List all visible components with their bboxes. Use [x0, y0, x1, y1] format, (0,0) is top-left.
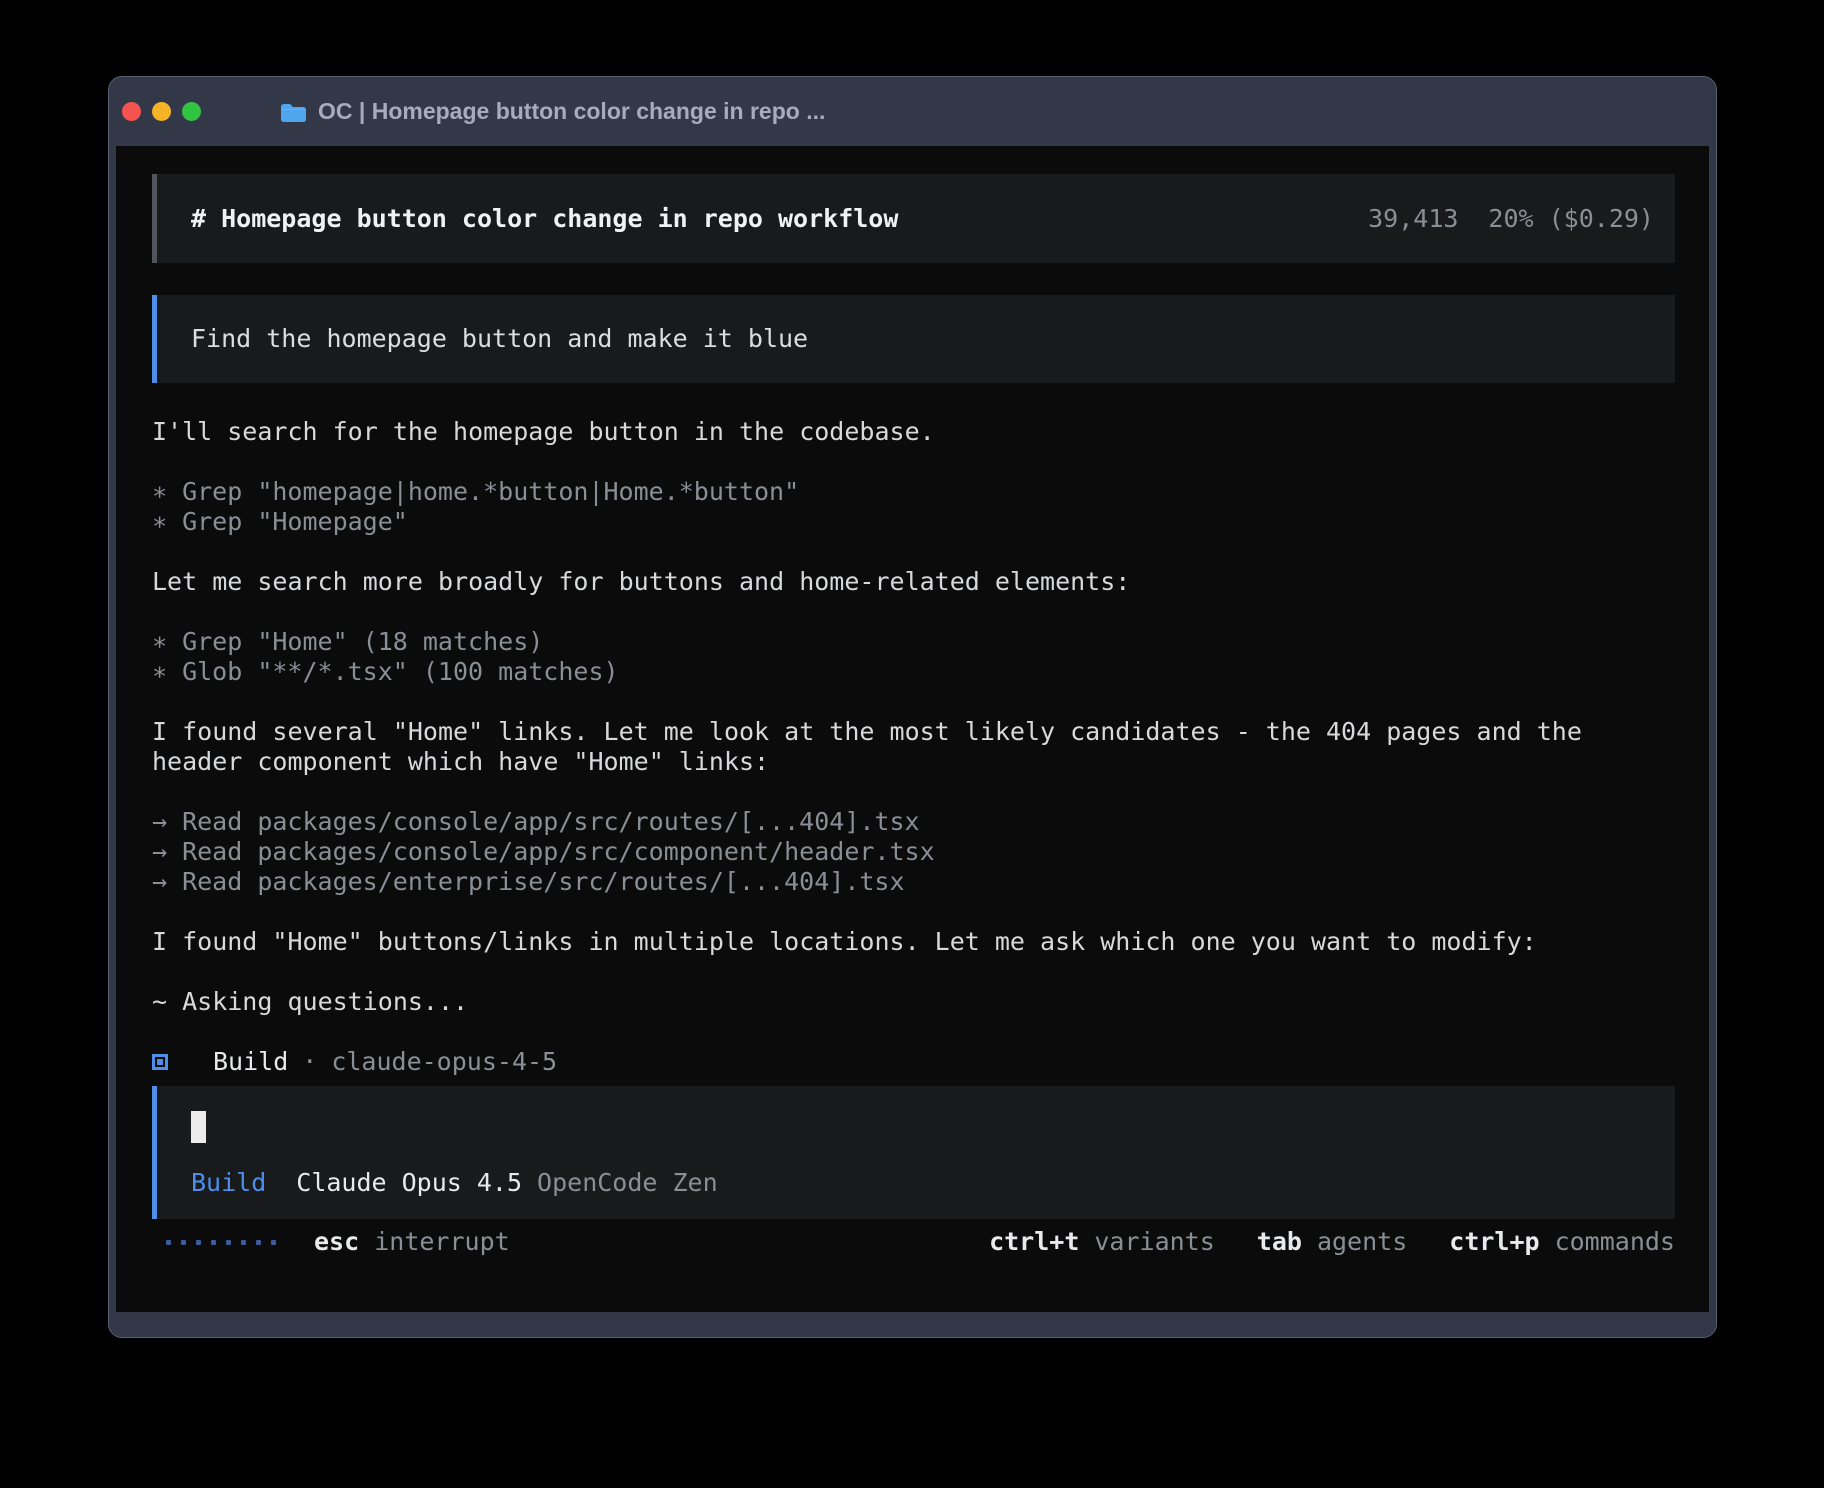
folder-icon [279, 101, 306, 123]
input-meta: Build Claude Opus 4.5 OpenCode Zen [191, 1168, 1654, 1198]
shortcut-list: ctrl+t variants tab agents ctrl+p commands [989, 1227, 1675, 1257]
status-bar: esc interrupt ctrl+t variants tab agents c… [152, 1227, 1675, 1257]
tool-call-group: → Read packages/console/app/src/routes/[.… [152, 807, 1675, 897]
session-stats: 39,413 20% ($0.29) [1368, 204, 1654, 234]
traffic-lights [122, 102, 201, 121]
assistant-paragraph: ~ Asking questions... [152, 987, 1675, 1017]
tool-call-glob: ∗ Glob "**/*.tsx" (100 matches) [152, 657, 1675, 687]
shortcut-key: ctrl+p [1449, 1227, 1539, 1256]
token-count: 39,413 [1368, 204, 1458, 234]
spinner-dot [226, 1240, 231, 1245]
assistant-paragraph: I found several "Home" links. Let me loo… [152, 717, 1675, 777]
spinner-dot [271, 1240, 276, 1245]
tool-call-label: Grep "homepage|home.*button|Home.*button… [182, 477, 799, 506]
assistant-text: I found several "Home" links. Let me loo… [152, 717, 1675, 747]
assistant-paragraph: I'll search for the homepage button in t… [152, 417, 1675, 447]
spinner-dot [196, 1240, 201, 1245]
tool-call-grep: ∗ Grep "homepage|home.*button|Home.*butto… [152, 477, 1675, 507]
shortcut-label: variants [1094, 1227, 1214, 1256]
asterisk-icon: ∗ [152, 477, 167, 506]
shortcut-agents[interactable]: tab agents [1257, 1227, 1407, 1257]
tool-call-label: Grep "Home" (18 matches) [182, 627, 543, 656]
minimize-button[interactable] [152, 102, 171, 121]
spinner-dot [181, 1240, 186, 1245]
titlebar[interactable]: OC | Homepage button color change in rep… [109, 77, 1716, 146]
tool-call-group: ∗ Grep "Home" (18 matches) ∗ Glob "**/*.ts… [152, 627, 1675, 687]
zoom-button[interactable] [182, 102, 201, 121]
terminal-content: # Homepage button color change in repo w… [116, 146, 1709, 1312]
spinner-dot [241, 1240, 246, 1245]
prompt-input[interactable]: Build Claude Opus 4.5 OpenCode Zen [152, 1086, 1675, 1219]
text-cursor [191, 1111, 206, 1143]
arrow-right-icon: → [152, 837, 167, 866]
shortcut-key: tab [1257, 1227, 1302, 1256]
assistant-paragraph: I found "Home" buttons/links in multiple… [152, 927, 1675, 957]
tool-call-read: → Read packages/enterprise/src/routes/[..… [152, 867, 1675, 897]
user-message-text: Find the homepage button and make it blu… [191, 324, 808, 354]
spinner-dot [166, 1240, 171, 1245]
session-header: # Homepage button color change in repo w… [152, 174, 1675, 263]
shortcut-commands[interactable]: ctrl+p commands [1449, 1227, 1675, 1257]
shortcut-label: agents [1317, 1227, 1407, 1256]
tool-call-label: Glob "**/*.tsx" (100 matches) [182, 657, 619, 686]
assistant-transcript: I'll search for the homepage button in t… [152, 417, 1675, 1077]
assistant-text: Let me search more broadly for buttons a… [152, 567, 1675, 597]
esc-key: esc [314, 1227, 359, 1256]
arrow-right-icon: → [152, 867, 167, 896]
agent-model: claude-opus-4-5 [331, 1047, 557, 1077]
agent-square-icon [152, 1054, 168, 1070]
spinner-dot [211, 1240, 216, 1245]
terminal-window: OC | Homepage button color change in rep… [108, 76, 1717, 1338]
desktop: OC | Homepage button color change in rep… [0, 0, 1824, 1488]
asterisk-icon: ∗ [152, 507, 167, 536]
tool-call-label: Read packages/console/app/src/routes/[..… [182, 807, 920, 836]
close-button[interactable] [122, 102, 141, 121]
tool-call-grep: ∗ Grep "Homepage" [152, 507, 1675, 537]
tool-call-group: ∗ Grep "homepage|home.*button|Home.*butto… [152, 477, 1675, 537]
tool-call-label: Read packages/enterprise/src/routes/[...… [182, 867, 904, 896]
dot-separator: · [302, 1047, 317, 1077]
window-bottom-bar [109, 1312, 1716, 1337]
tool-call-read: → Read packages/console/app/src/component… [152, 837, 1675, 867]
tool-call-grep: ∗ Grep "Home" (18 matches) [152, 627, 1675, 657]
agent-task-row[interactable]: Build · claude-opus-4-5 [152, 1047, 1675, 1077]
esc-label: interrupt [374, 1227, 509, 1256]
user-message: Find the homepage button and make it blu… [152, 295, 1675, 383]
model-indicator: Claude Opus 4.5 [296, 1168, 522, 1198]
tool-call-label: Read packages/console/app/src/component/… [182, 837, 935, 866]
spinner-dots [166, 1240, 276, 1245]
asterisk-icon: ∗ [152, 657, 167, 686]
shortcut-variants[interactable]: ctrl+t variants [989, 1227, 1215, 1257]
arrow-right-icon: → [152, 807, 167, 836]
assistant-paragraph: Let me search more broadly for buttons a… [152, 567, 1675, 597]
provider-indicator: OpenCode Zen [537, 1168, 718, 1198]
asking-status: ~ Asking questions... [152, 987, 1675, 1017]
mode-indicator[interactable]: Build [191, 1168, 266, 1198]
assistant-text: header component which have "Home" links… [152, 747, 1675, 777]
assistant-text: I'll search for the homepage button in t… [152, 417, 1675, 447]
terminal-frame: # Homepage button color change in repo w… [109, 146, 1716, 1312]
tool-call-label: Grep "Homepage" [182, 507, 408, 536]
spinner-dot [256, 1240, 261, 1245]
shortcut-label: commands [1555, 1227, 1675, 1256]
shortcut-key: ctrl+t [989, 1227, 1079, 1256]
tool-call-read: → Read packages/console/app/src/routes/[.… [152, 807, 1675, 837]
assistant-text: I found "Home" buttons/links in multiple… [152, 927, 1675, 957]
context-usage: 20% ($0.29) [1488, 204, 1654, 234]
asterisk-icon: ∗ [152, 627, 167, 656]
window-title: OC | Homepage button color change in rep… [318, 98, 825, 125]
session-title: # Homepage button color change in repo w… [191, 204, 898, 234]
shortcut-interrupt[interactable]: esc interrupt [314, 1227, 510, 1257]
agent-name: Build [213, 1047, 288, 1077]
